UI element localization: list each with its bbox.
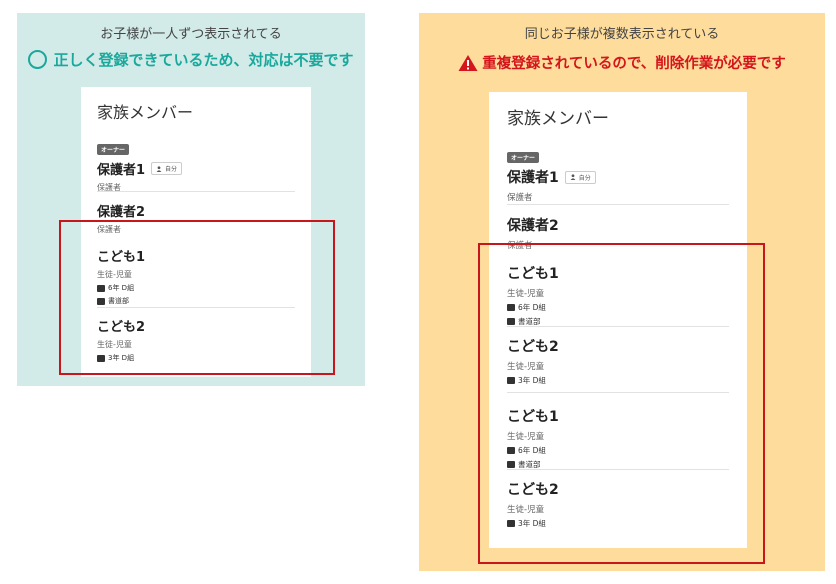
guardian1-role: 保護者 bbox=[507, 193, 533, 203]
self-tag-label: 自分 bbox=[578, 174, 591, 182]
guardian1-name: 保護者1 bbox=[97, 163, 146, 178]
guardian1-item[interactable]: オーナー 保護者1 自分 保護者 bbox=[97, 137, 295, 193]
correct-headline: 正しく登録できているため、対応は不要です bbox=[17, 49, 365, 70]
card-title: 家族メンバー bbox=[507, 109, 609, 129]
highlight-box bbox=[478, 243, 765, 564]
self-tag: 自分 bbox=[564, 170, 596, 184]
card-title: 家族メンバー bbox=[97, 103, 194, 122]
self-tag: 自分 bbox=[151, 162, 183, 175]
divider bbox=[97, 191, 295, 192]
duplicate-headline-text: 重複登録されているので、削除作業が必要です bbox=[482, 56, 786, 72]
divider bbox=[507, 204, 729, 205]
guardian1-name: 保護者1 bbox=[507, 170, 559, 186]
correct-subtitle: お子様が一人ずつ表示されてる bbox=[100, 27, 282, 42]
owner-badge: オーナー bbox=[507, 152, 540, 163]
duplicate-headline: 重複登録されているので、削除作業が必要です bbox=[419, 52, 825, 73]
self-tag-label: 自分 bbox=[165, 166, 178, 173]
guardian1-item[interactable]: オーナー 保護者1 自分 保護者 bbox=[507, 145, 729, 203]
owner-badge: オーナー bbox=[97, 144, 130, 155]
duplicate-subtitle: 同じお子様が複数表示されている bbox=[524, 27, 720, 42]
correct-headline-text: 正しく登録できているため、対応は不要です bbox=[53, 51, 354, 69]
guardian2-name: 保護者2 bbox=[97, 205, 146, 220]
person-icon bbox=[570, 174, 576, 180]
highlight-box bbox=[59, 220, 335, 375]
guardian2-name: 保護者2 bbox=[507, 218, 559, 234]
person-icon bbox=[156, 165, 162, 172]
circle-ok-icon bbox=[28, 50, 48, 69]
warning-icon bbox=[458, 54, 478, 71]
